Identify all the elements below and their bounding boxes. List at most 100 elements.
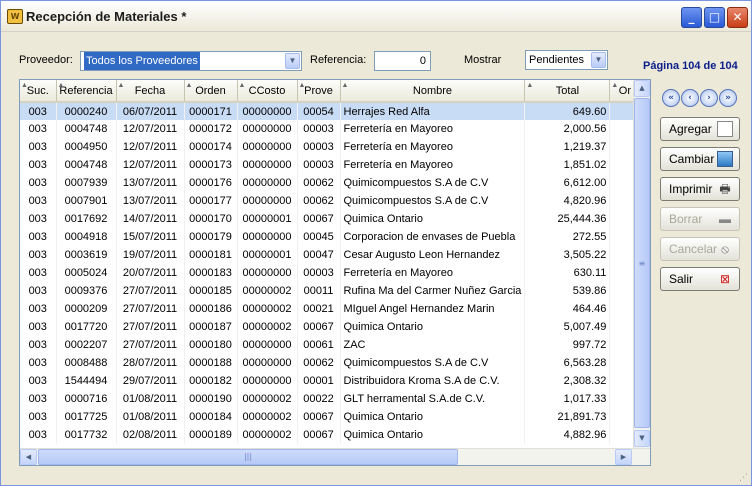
cell-suc: 003 (20, 228, 57, 246)
scroll-right-arrow-icon[interactable]: ▶ (615, 449, 632, 465)
first-page-icon[interactable]: « (662, 89, 680, 107)
table-row[interactable]: 003 0007939 13/07/2011 0000176 00000000 00062… (20, 174, 641, 192)
cell-ccosto: 00000000 (237, 264, 298, 282)
resize-grip-icon[interactable]: ⋰ (739, 473, 749, 483)
cell-suc: 003 (20, 318, 57, 336)
proveedor-select[interactable]: Todos los Proveedores ▼ (80, 51, 302, 71)
table-row[interactable]: 003 0008488 28/07/2011 0000188 00000000 00062… (20, 354, 641, 372)
folder-icon: W (7, 9, 23, 24)
cell-referencia: 0004748 (56, 120, 117, 138)
sort-icon: ▲ (117, 82, 125, 89)
horizontal-scroll-thumb[interactable]: ||| (38, 449, 458, 465)
previous-page-icon[interactable]: ‹ (681, 89, 699, 107)
cell-prove: 00067 (297, 408, 341, 426)
table-row[interactable]: 003 0004950 12/07/2011 0000174 00000000 00003… (20, 138, 641, 156)
vertical-scrollbar[interactable]: ▲ ≡ ▼ (633, 80, 650, 448)
cell-ccosto: 00000000 (237, 102, 298, 120)
chevron-down-icon[interactable]: ▼ (285, 53, 300, 69)
column-header-total[interactable]: ▲ Total (524, 80, 611, 103)
cell-suc: 003 (20, 390, 57, 408)
table-row[interactable]: 003 0000209 27/07/2011 0000186 00000002 00021… (20, 300, 641, 318)
scroll-down-arrow-icon[interactable]: ▼ (634, 430, 650, 447)
table-row[interactable]: 003 0017692 14/07/2011 0000170 00000001 00067… (20, 210, 641, 228)
column-header-ccosto[interactable]: ▲ CCosto (237, 80, 298, 103)
table-row[interactable]: 003 0017720 27/07/2011 0000187 00000002 00067… (20, 318, 641, 336)
cell-prove: 00011 (297, 282, 341, 300)
last-page-icon[interactable]: » (719, 89, 737, 107)
next-page-icon[interactable]: › (700, 89, 718, 107)
referencia-input[interactable]: 0 (374, 51, 431, 71)
table-row[interactable]: 003 0000716 01/08/2011 0000190 00000002 00022… (20, 390, 641, 408)
mostrar-label: Mostrar (464, 54, 502, 66)
salir-label: Salir (669, 272, 694, 286)
cell-orden: 0000184 (184, 408, 238, 426)
cell-total: 539.86 (524, 282, 611, 300)
materials-grid[interactable]: ▲ Suc. ▲ Referencia ▲ Fecha ▲ Orden ▲ CCosto … (19, 79, 651, 466)
cell-ccosto: 00000000 (237, 228, 298, 246)
imprimir-button[interactable]: Imprimir 🖶 (660, 177, 740, 201)
chevron-down-icon[interactable]: ▼ (591, 52, 606, 68)
table-row[interactable]: 003 0003619 19/07/2011 0000181 00000001 00047… (20, 246, 641, 264)
table-row[interactable]: 003 0009376 27/07/2011 0000185 00000002 00011… (20, 282, 641, 300)
cell-nombre: Quimica Ontario (340, 426, 526, 444)
table-row[interactable]: 003 0017725 01/08/2011 0000184 00000002 00067… (20, 408, 641, 426)
table-row[interactable]: 003 0002207 27/07/2011 0000180 00000000 00061… (20, 336, 641, 354)
mostrar-select[interactable]: Pendientes ▼ (525, 50, 608, 70)
cell-ccosto: 00000000 (237, 372, 298, 390)
horizontal-scrollbar[interactable]: ◀ ||| ▶ (20, 448, 650, 465)
close-button[interactable]: ✕ (727, 7, 748, 28)
cambiar-button[interactable]: Cambiar (660, 147, 740, 171)
column-header-nombre[interactable]: ▲ Nombre (340, 80, 526, 103)
proveedor-value: Todos los Proveedores (84, 52, 200, 70)
cell-orden: 0000176 (184, 174, 238, 192)
cell-referencia: 0017692 (56, 210, 117, 228)
column-header-prove[interactable]: ▲ Prove (297, 80, 341, 103)
salir-button[interactable]: Salir ⊠ (660, 267, 740, 291)
scroll-left-arrow-icon[interactable]: ◀ (20, 449, 37, 465)
main-window: W Recepción de Materiales * _ □ ✕ Provee… (0, 0, 752, 486)
scroll-up-arrow-icon[interactable]: ▲ (634, 80, 650, 97)
table-row[interactable]: 003 0004918 15/07/2011 0000179 00000000 00045… (20, 228, 641, 246)
table-row[interactable]: 003 0004748 12/07/2011 0000172 00000000 00003… (20, 120, 641, 138)
cell-nombre: Ferretería en Mayoreo (340, 156, 526, 174)
sort-icon: ▲ (57, 82, 65, 89)
cancelar-button[interactable]: Cancelar ⦸ (660, 237, 740, 261)
column-header-fecha[interactable]: ▲ Fecha (116, 80, 185, 103)
agregar-button[interactable]: Agregar (660, 117, 740, 141)
table-row[interactable]: 003 0004748 12/07/2011 0000173 00000000 00003… (20, 156, 641, 174)
cell-ccosto: 00000002 (237, 318, 298, 336)
table-row[interactable]: 003 0007901 13/07/2011 0000177 00000000 00062… (20, 192, 641, 210)
sort-icon: ▲ (526, 82, 534, 89)
cell-suc: 003 (20, 372, 57, 390)
sort-icon: ▲ (21, 82, 28, 89)
column-header-suc[interactable]: ▲ Suc. (20, 80, 57, 103)
maximize-button[interactable]: □ (704, 7, 725, 28)
cell-fecha: 12/07/2011 (116, 138, 185, 156)
table-row[interactable]: 003 1544494 29/07/2011 0000182 00000000 00001… (20, 372, 641, 390)
cell-orden: 0000183 (184, 264, 238, 282)
column-header-referencia[interactable]: ▲ Referencia (56, 80, 117, 103)
cell-nombre: Ferretería en Mayoreo (340, 138, 526, 156)
cell-referencia: 1544494 (56, 372, 117, 390)
cell-total: 6,563.28 (524, 354, 611, 372)
borrar-button[interactable]: Borrar ▬ (660, 207, 740, 231)
cell-referencia: 0003619 (56, 246, 117, 264)
cell-orden: 0000186 (184, 300, 238, 318)
cell-suc: 003 (20, 102, 57, 120)
cell-orden: 0000171 (184, 102, 238, 120)
materials-table: ▲ Suc. ▲ Referencia ▲ Fecha ▲ Orden ▲ CCosto … (20, 80, 641, 444)
table-row[interactable]: 003 0017732 02/08/2011 0000189 00000002 00067… (20, 426, 641, 444)
column-header-orden[interactable]: ▲ Orden (184, 80, 238, 103)
table-row[interactable]: 003 0000240 06/07/2011 0000171 00000000 00054… (20, 102, 641, 120)
table-row[interactable]: 003 0005024 20/07/2011 0000183 00000000 00003… (20, 264, 641, 282)
cell-ccosto: 00000002 (237, 282, 298, 300)
cell-suc: 003 (20, 282, 57, 300)
cell-fecha: 01/08/2011 (116, 390, 185, 408)
title-bar[interactable]: W Recepción de Materiales * _ □ ✕ (1, 1, 751, 32)
minimize-button[interactable]: _ (681, 7, 702, 28)
cell-total: 21,891.73 (524, 408, 611, 426)
cell-suc: 003 (20, 156, 57, 174)
cell-suc: 003 (20, 354, 57, 372)
cell-total: 1,219.37 (524, 138, 611, 156)
vertical-scroll-thumb[interactable]: ≡ (634, 98, 650, 428)
